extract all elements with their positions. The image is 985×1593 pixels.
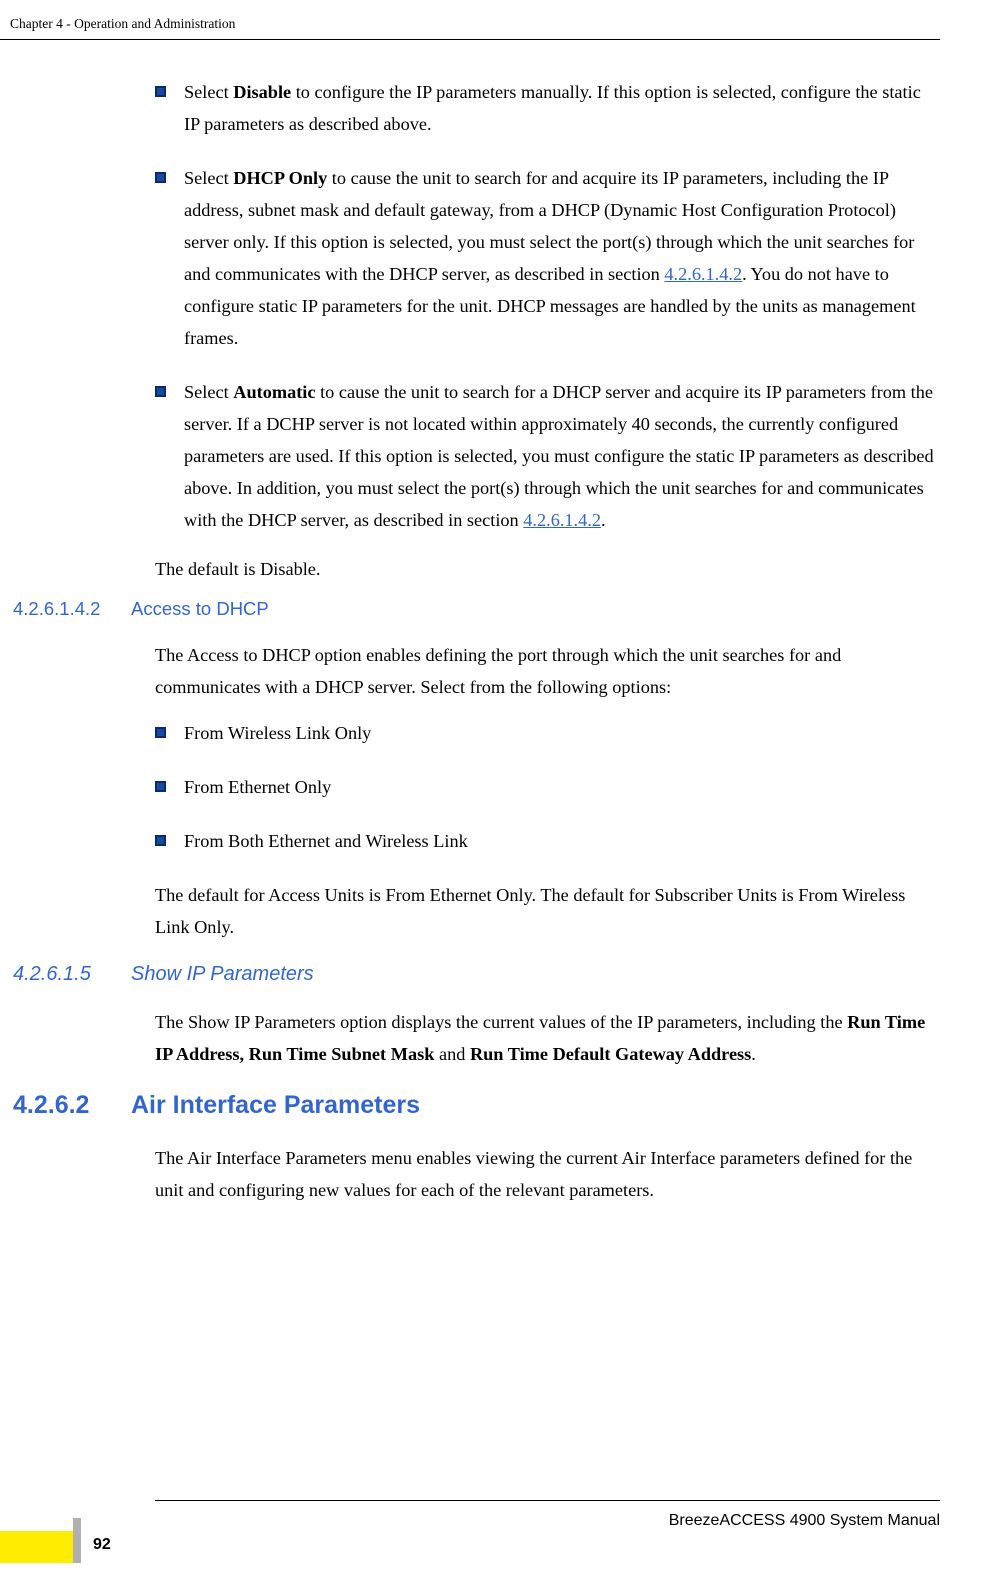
section-heading: 4.2.6.2 Air Interface Parameters — [0, 1084, 940, 1128]
section-heading: 4.2.6.1.5 Show IP Parameters — [0, 957, 940, 992]
manual-title: BreezeACCESS 4900 System Manual — [669, 1507, 940, 1563]
gray-bar-icon — [73, 1518, 81, 1563]
heading-number: 4.2.6.1.5 — [0, 957, 131, 992]
bullet-icon — [155, 835, 166, 846]
text: to configure the IP parameters manually.… — [184, 82, 921, 134]
bullet-icon — [155, 727, 166, 738]
bold: DHCP Only — [233, 168, 327, 188]
bullet-text: From Wireless Link Only — [184, 717, 940, 749]
list-item: Select DHCP Only to cause the unit to se… — [155, 162, 940, 354]
cross-ref-link[interactable]: 4.2.6.1.4.2 — [664, 264, 742, 284]
list-item: From Both Ethernet and Wireless Link — [155, 825, 940, 857]
page-header: Chapter 4 - Operation and Administration — [0, 12, 940, 40]
heading-title: Air Interface Parameters — [131, 1084, 420, 1128]
list-item: Select Automatic to cause the unit to se… — [155, 376, 940, 536]
text: Select — [184, 382, 233, 402]
heading-title: Access to DHCP — [131, 593, 269, 625]
text: to cause the unit to search for a DHCP s… — [184, 382, 934, 530]
text: . — [751, 1044, 756, 1064]
list-item: From Wireless Link Only — [155, 717, 940, 749]
main-content: Select Disable to configure the IP param… — [0, 76, 940, 585]
bullet-icon — [155, 781, 166, 792]
section-heading: 4.2.6.1.4.2 Access to DHCP — [0, 593, 940, 625]
bullet-text: Select DHCP Only to cause the unit to se… — [184, 162, 940, 354]
paragraph: The Access to DHCP option enables defini… — [155, 639, 940, 703]
bullet-text: From Ethernet Only — [184, 771, 940, 803]
heading-number: 4.2.6.1.4.2 — [0, 593, 131, 625]
bold: Run Time Default Gateway Address — [470, 1044, 751, 1064]
yellow-bar-icon — [0, 1531, 75, 1563]
page-number: 92 — [93, 1531, 111, 1563]
heading-title: Show IP Parameters — [131, 957, 314, 992]
text: Select — [184, 82, 233, 102]
paragraph: The Air Interface Parameters menu enable… — [155, 1142, 940, 1206]
section-content: The Show IP Parameters option displays t… — [0, 1006, 940, 1070]
list-item: Select Disable to configure the IP param… — [155, 76, 940, 140]
heading-number: 4.2.6.2 — [0, 1084, 131, 1128]
cross-ref-link[interactable]: 4.2.6.1.4.2 — [523, 510, 601, 530]
bullet-text: Select Automatic to cause the unit to se… — [184, 376, 940, 536]
bullet-icon — [155, 86, 166, 97]
logo-bars — [0, 1518, 81, 1563]
default-text: The default is Disable. — [155, 553, 940, 585]
text: Select — [184, 168, 233, 188]
text: and — [434, 1044, 470, 1064]
bullet-icon — [155, 172, 166, 183]
list-item: From Ethernet Only — [155, 771, 940, 803]
section-content: The Air Interface Parameters menu enable… — [0, 1142, 940, 1206]
section-content: The Access to DHCP option enables defini… — [0, 639, 940, 943]
text: . — [601, 510, 606, 530]
bullet-icon — [155, 386, 166, 397]
bullet-text: From Both Ethernet and Wireless Link — [184, 825, 940, 857]
footer-rule — [155, 1500, 940, 1501]
bold: Automatic — [233, 382, 315, 402]
paragraph: The default for Access Units is From Eth… — [155, 879, 940, 943]
page-footer: 92 BreezeACCESS 4900 System Manual — [0, 1500, 940, 1563]
bold: Disable — [233, 82, 291, 102]
text: The Show IP Parameters option displays t… — [155, 1012, 847, 1032]
paragraph: The Show IP Parameters option displays t… — [155, 1006, 940, 1070]
bullet-text: Select Disable to configure the IP param… — [184, 76, 940, 140]
